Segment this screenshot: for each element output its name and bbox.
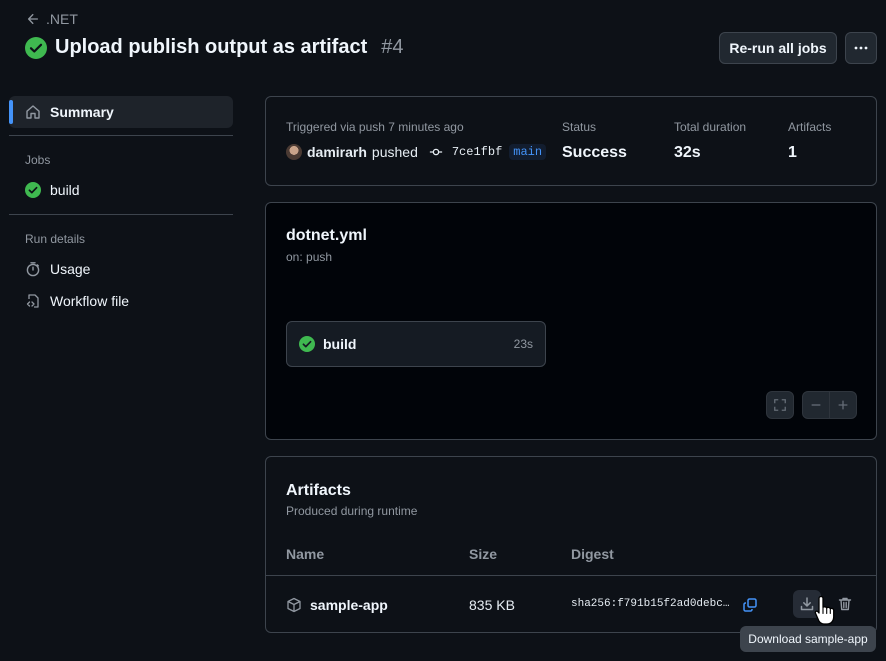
sidebar-item-build[interactable]: build xyxy=(9,174,233,206)
trigger-text: Triggered via push 7 minutes ago xyxy=(286,120,464,134)
plus-icon xyxy=(836,398,850,412)
artifacts-card: Artifacts Produced during runtime Name S… xyxy=(265,456,877,633)
success-check-icon xyxy=(25,36,47,59)
job-duration: 23s xyxy=(513,337,533,351)
artifacts-title: Artifacts xyxy=(286,482,351,499)
workflow-graph-card: dotnet.yml on: push build 23s xyxy=(265,202,877,440)
duration-label: Total duration xyxy=(674,120,747,134)
sidebar-item-summary[interactable]: Summary xyxy=(9,96,233,128)
stopwatch-icon xyxy=(25,261,41,277)
sidebar-divider xyxy=(9,214,233,215)
file-code-icon xyxy=(25,293,41,309)
sidebar-item-usage[interactable]: Usage xyxy=(9,253,233,285)
git-commit-icon xyxy=(429,145,443,159)
sidebar-item-label: build xyxy=(50,182,80,198)
fullscreen-button[interactable] xyxy=(766,391,794,419)
dash-icon xyxy=(809,398,823,412)
package-icon xyxy=(286,597,302,613)
hand-pointer-icon xyxy=(814,594,840,626)
action-text: pushed xyxy=(371,144,418,160)
artifact-size: 835 KB xyxy=(469,597,515,613)
more-options-button[interactable] xyxy=(845,32,877,64)
page-title: Upload publish output as artifact #4 xyxy=(25,36,403,59)
copy-icon xyxy=(742,597,758,613)
table-divider xyxy=(266,575,876,576)
sidebar-item-workflow-file[interactable]: Workflow file xyxy=(9,285,233,317)
screen-full-icon xyxy=(773,398,787,412)
artifacts-count-value[interactable]: 1 xyxy=(788,144,797,162)
sidebar: Summary Jobs build Run details Usage Wor… xyxy=(9,96,233,317)
branch-label[interactable]: main xyxy=(509,144,547,160)
rerun-all-jobs-button[interactable]: Re-run all jobs xyxy=(719,32,837,64)
commit-sha-link[interactable]: 7ce1fbf xyxy=(452,145,502,159)
trigger-details: damirarh pushed 7ce1fbf main xyxy=(286,144,547,160)
back-link-label: .NET xyxy=(46,11,78,27)
sidebar-item-label: Summary xyxy=(50,104,114,120)
column-header-digest: Digest xyxy=(571,546,614,562)
job-name: build xyxy=(323,336,357,352)
status-label: Status xyxy=(562,120,597,134)
artifact-digest: sha256:f791b15f2ad0debc… xyxy=(571,598,730,610)
sidebar-item-label: Usage xyxy=(50,261,91,277)
avatar xyxy=(286,144,302,160)
run-number: #4 xyxy=(381,36,404,58)
column-header-name: Name xyxy=(286,546,325,562)
run-summary-card: Triggered via push 7 minutes ago damirar… xyxy=(265,96,877,186)
run-title: Upload publish output as artifact xyxy=(55,36,368,58)
workflow-trigger: on: push xyxy=(286,250,333,264)
kebab-horizontal-icon xyxy=(853,40,869,56)
download-tooltip: Download sample-app xyxy=(740,626,876,652)
zoom-out-button[interactable] xyxy=(802,391,830,419)
duration-value: 32s xyxy=(674,144,701,161)
artifacts-subtitle: Produced during runtime xyxy=(286,504,418,518)
job-node-build[interactable]: build 23s xyxy=(286,321,546,367)
workflow-file-name: dotnet.yml xyxy=(286,227,367,244)
artifact-name-link[interactable]: sample-app xyxy=(310,597,388,613)
back-link[interactable]: .NET xyxy=(26,11,78,27)
sidebar-divider xyxy=(9,135,233,136)
column-header-size: Size xyxy=(469,546,498,562)
artifacts-count-label: Artifacts xyxy=(788,120,832,134)
actor-link[interactable]: damirarh xyxy=(307,144,367,160)
arrow-left-icon xyxy=(26,12,40,26)
jobs-heading: Jobs xyxy=(25,153,51,167)
success-check-icon xyxy=(25,182,41,198)
success-check-icon xyxy=(299,336,315,352)
run-details-heading: Run details xyxy=(25,232,86,246)
zoom-in-button[interactable] xyxy=(829,391,857,419)
sidebar-item-label: Workflow file xyxy=(50,293,130,309)
status-value: Success xyxy=(562,144,627,161)
home-icon xyxy=(25,104,41,120)
copy-digest-button[interactable] xyxy=(736,591,764,619)
download-icon xyxy=(799,596,815,612)
